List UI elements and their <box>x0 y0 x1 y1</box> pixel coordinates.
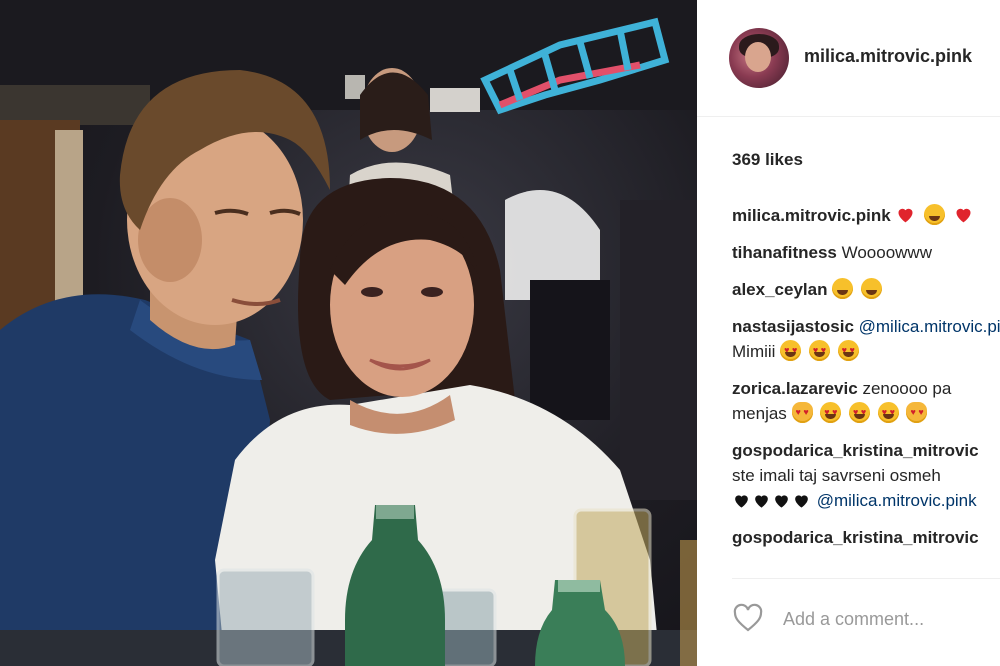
comment-username[interactable]: gospodarica_kristina_mitrovic <box>732 528 979 547</box>
post-header: milica.mitrovic.pink <box>697 0 1000 117</box>
comment-text: ste imali taj savrseni osmeh <box>732 466 941 485</box>
post-username[interactable]: milica.mitrovic.pink <box>804 46 972 67</box>
black-heart-icon <box>752 491 771 512</box>
post-photo[interactable] <box>0 0 697 666</box>
comment-username[interactable]: zorica.lazarevic <box>732 379 858 398</box>
add-comment-bar <box>697 592 1000 644</box>
comment-text: zenoooo pa <box>862 379 952 398</box>
grin-tears-icon <box>924 204 946 225</box>
comment-username[interactable]: milica.mitrovic.pink <box>732 206 891 225</box>
comment-username[interactable]: gospodarica_kristina_mitrovic <box>732 441 979 460</box>
grin-icon <box>832 278 854 299</box>
comment-item: milica.mitrovic.pink <box>732 203 1000 228</box>
black-heart-icon <box>792 491 811 512</box>
heart-outline-icon[interactable] <box>732 603 764 633</box>
photo-illustration <box>0 0 697 666</box>
comment-text: menjas <box>732 404 787 423</box>
comment-username[interactable]: nastasijastosic <box>732 317 854 336</box>
add-comment-input[interactable] <box>781 605 1000 633</box>
comment-text: Mimiii <box>732 342 776 361</box>
comment-text: Woooowww <box>841 243 932 262</box>
grin-icon <box>860 278 882 299</box>
heart-eyes-icon: ♥ ♥ <box>837 340 859 361</box>
comment-item: gospodarica_kristina_mitrovic <box>732 525 1000 550</box>
heart-eyes-icon: ♥ ♥ <box>820 402 842 423</box>
comment-item: gospodarica_kristina_mitrovic ste imali … <box>732 438 1000 513</box>
comment-mention[interactable]: @milica.mitrovic.pink <box>817 491 977 510</box>
heart-eyes-icon: ♥ ♥ <box>877 402 899 423</box>
comment-item: alex_ceylan <box>732 277 1000 302</box>
black-heart-icon <box>732 491 751 512</box>
comment-username[interactable]: alex_ceylan <box>732 280 827 299</box>
comment-mention[interactable]: @milica.mitrovic.pink <box>859 317 1000 336</box>
heart-eyes-icon: ♥ ♥ <box>849 402 871 423</box>
comment-item: nastasijastosic @milica.mitrovic.pink Mi… <box>732 314 1000 364</box>
post-sidebar: milica.mitrovic.pink 369 likes milica.mi… <box>697 0 1000 666</box>
cat-heart-eyes-icon: ♥ ♥ <box>906 402 928 423</box>
comment-item: zorica.lazarevic zenoooo pa menjas ♥ ♥ ♥… <box>732 376 1000 426</box>
divider <box>732 578 1000 579</box>
comments-list: milica.mitrovic.pink tihanafitness Woooo… <box>732 203 1000 562</box>
comment-item: tihanafitness Woooowww <box>732 240 1000 265</box>
cat-heart-eyes-icon: ♥ ♥ <box>791 402 813 423</box>
heart-eyes-icon: ♥ ♥ <box>780 340 802 361</box>
red-heart-icon <box>895 204 916 225</box>
comment-username[interactable]: tihanafitness <box>732 243 837 262</box>
red-heart-icon <box>953 204 974 225</box>
black-heart-icon <box>772 491 791 512</box>
likes-count[interactable]: 369 likes <box>732 150 803 170</box>
heart-eyes-icon: ♥ ♥ <box>808 340 830 361</box>
profile-avatar[interactable] <box>729 28 789 88</box>
